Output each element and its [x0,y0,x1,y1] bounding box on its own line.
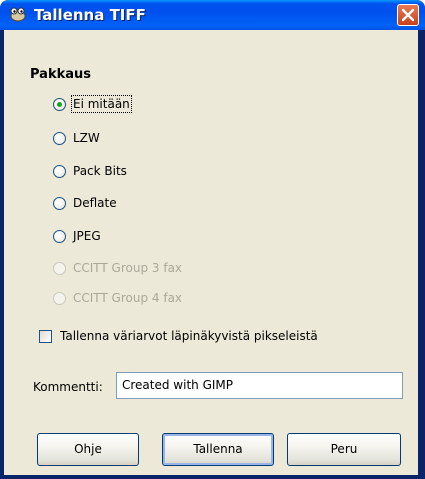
radio-button [53,291,66,305]
radio-label: CCITT Group 4 fax [73,291,183,305]
close-icon [401,8,415,22]
save-transparent-checkbox-row[interactable]: Tallenna väriarvot läpinäkyvistä piksele… [39,329,318,343]
radio-label: Ei mitään [71,95,132,113]
radio-none[interactable]: Ei mitään [53,94,132,114]
radio-lzw[interactable]: LZW [53,128,100,148]
close-button[interactable] [397,4,419,26]
radio-ccitt-group-3: CCITT Group 3 fax [53,258,182,278]
dialog-window: Tallenna TIFF Pakkaus Ei mitään LZW Pack… [0,0,425,479]
comment-label: Kommentti: [33,380,103,394]
radio-deflate[interactable]: Deflate [53,193,117,213]
radio-label: CCITT Group 3 fax [73,261,183,275]
help-button[interactable]: Ohje [37,433,139,466]
radio-label: JPEG [73,229,101,243]
comment-field[interactable]: Created with GIMP [116,372,403,399]
window-title: Tallenna TIFF [34,6,146,24]
radio-label: LZW [73,131,100,145]
radio-pack-bits[interactable]: Pack Bits [53,161,127,181]
compression-heading: Pakkaus [30,67,92,82]
gimp-icon [10,7,26,22]
radio-button[interactable] [53,164,66,178]
save-button[interactable]: Tallenna [162,433,274,466]
title-bar[interactable]: Tallenna TIFF [0,0,425,30]
radio-button[interactable] [53,131,66,145]
save-transparent-checkbox[interactable] [39,329,52,343]
radio-ccitt-group-4: CCITT Group 4 fax [53,288,182,308]
save-transparent-label: Tallenna väriarvot läpinäkyvistä piksele… [60,329,318,343]
cancel-button[interactable]: Peru [287,433,401,466]
radio-jpeg[interactable]: JPEG [53,226,101,246]
radio-button [53,261,66,275]
radio-label: Deflate [73,196,117,210]
radio-label: Pack Bits [73,164,127,178]
radio-button[interactable] [53,229,66,243]
radio-button[interactable] [53,97,66,111]
radio-button[interactable] [53,196,66,210]
